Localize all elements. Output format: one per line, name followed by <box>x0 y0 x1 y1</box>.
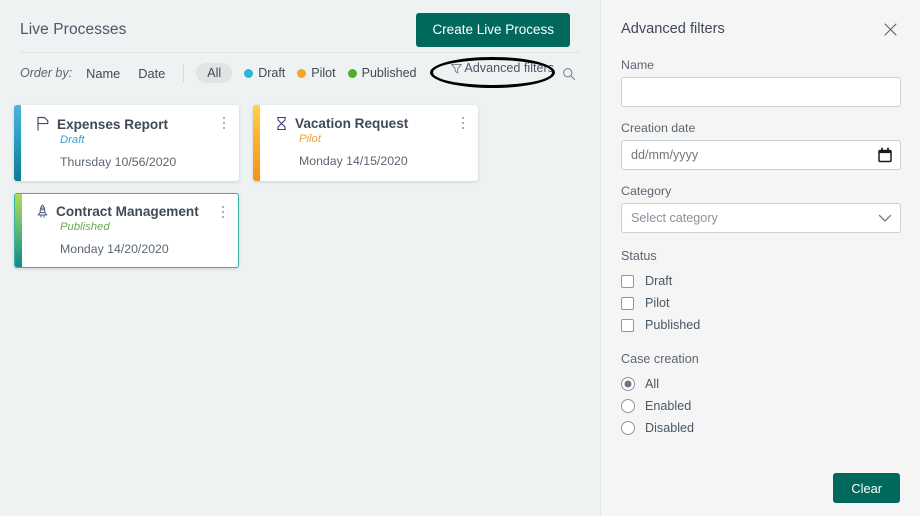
calendar-icon[interactable] <box>878 147 892 163</box>
radio-icon <box>621 399 635 413</box>
name-field-label: Name <box>621 58 655 72</box>
card-status: Published <box>60 221 110 233</box>
status-group-label: Status <box>621 249 657 263</box>
card-title-row: Contract Management <box>36 204 227 219</box>
card-menu-button[interactable] <box>216 113 232 133</box>
card-accent-bar <box>253 105 260 181</box>
case-creation-radio-all[interactable]: All <box>621 373 900 395</box>
category-select-shell <box>621 203 901 233</box>
search-icon[interactable] <box>562 67 576 86</box>
card-date: Thursday 10/56/2020 <box>60 155 177 169</box>
advanced-filters-title: Advanced filters <box>621 21 725 37</box>
filter-chip-pilot-label: Pilot <box>311 66 336 80</box>
card-accent-bar <box>15 194 22 267</box>
filter-chip-all[interactable]: All <box>196 63 233 83</box>
status-checkbox-published[interactable]: Published <box>621 314 900 336</box>
card-menu-button[interactable] <box>455 113 471 133</box>
order-by-label: Order by: <box>20 66 73 80</box>
card-accent-bar <box>14 105 21 181</box>
status-checkbox-draft-label: Draft <box>645 274 673 288</box>
checkbox-icon <box>621 296 634 310</box>
creation-date-input-shell <box>621 140 901 170</box>
card-menu-button[interactable] <box>215 202 231 222</box>
radio-icon <box>621 421 635 435</box>
category-select[interactable] <box>621 203 901 233</box>
advanced-filters-header: Advanced filters <box>621 0 900 42</box>
case-creation-radio-enabled-label: Enabled <box>645 399 692 413</box>
creation-date-label: Creation date <box>621 121 696 135</box>
live-processes-panel: Live Processes Create Live Process Order… <box>0 0 600 516</box>
creation-date-input[interactable] <box>621 140 901 170</box>
process-card[interactable]: Contract Management Published Monday 14/… <box>14 193 239 268</box>
process-card-list: Expenses Report Draft Thursday 10/56/202… <box>0 93 520 268</box>
category-label: Category <box>621 184 672 198</box>
filter-chip-draft-label: Draft <box>258 66 286 80</box>
chevron-down-icon[interactable] <box>878 213 892 223</box>
rocket-icon <box>36 204 49 219</box>
checkbox-icon <box>621 274 634 288</box>
advanced-filters-label: Advanced filters <box>464 61 554 75</box>
status-checkbox-draft[interactable]: Draft <box>621 270 900 292</box>
card-title-row: Expenses Report <box>36 116 227 132</box>
status-checkbox-pilot[interactable]: Pilot <box>621 292 900 314</box>
advanced-filters-panel: Advanced filters Name Creation date dd/m… <box>600 0 920 516</box>
create-live-process-button[interactable]: Create Live Process <box>416 13 570 47</box>
case-creation-radio-disabled-label: Disabled <box>645 421 695 435</box>
case-creation-radio-disabled[interactable]: Disabled <box>621 417 900 439</box>
pilot-dot-icon <box>297 68 307 78</box>
card-title: Vacation Request <box>295 116 409 131</box>
creation-date-field-group: Creation date <box>621 121 901 170</box>
category-field-group: Category <box>621 184 901 233</box>
toolbar-separator <box>183 64 185 82</box>
app-root: Live Processes Create Live Process Order… <box>0 0 920 516</box>
checkbox-icon <box>621 318 634 332</box>
card-title: Expenses Report <box>57 116 169 132</box>
filter-chip-pilot[interactable]: Pilot <box>297 66 336 80</box>
page-title: Live Processes <box>20 21 127 38</box>
filter-chip-published[interactable]: Published <box>347 66 417 80</box>
case-creation-radio-enabled[interactable]: Enabled <box>621 395 900 417</box>
filter-chip-published-label: Published <box>361 66 417 80</box>
card-status: Draft <box>60 134 85 146</box>
close-icon[interactable] <box>880 19 900 39</box>
name-field-group: Name <box>621 58 901 107</box>
name-input[interactable] <box>621 77 901 107</box>
radio-icon <box>621 377 635 391</box>
process-card[interactable]: Vacation Request Pilot Monday 14/15/2020 <box>253 105 478 181</box>
card-title: Contract Management <box>56 204 199 219</box>
case-creation-group-label: Case creation <box>621 352 699 366</box>
status-checkbox-published-label: Published <box>645 318 701 332</box>
funnel-icon <box>450 62 463 75</box>
card-status: Pilot <box>299 133 321 145</box>
toolbar: Order by: Name Date All Draft Pilot Publ… <box>0 53 600 93</box>
status-checkbox-pilot-label: Pilot <box>645 296 670 310</box>
card-title-row: Vacation Request <box>275 116 466 131</box>
case-creation-radio-all-label: All <box>645 377 659 391</box>
order-by-date[interactable]: Date <box>138 66 165 81</box>
draft-dot-icon <box>244 68 254 78</box>
panel-header: Live Processes Create Live Process <box>0 0 600 52</box>
hourglass-icon <box>275 116 288 131</box>
card-date: Monday 14/20/2020 <box>60 242 169 256</box>
filter-chip-draft[interactable]: Draft <box>244 66 285 80</box>
clear-filters-button[interactable]: Clear <box>833 473 900 503</box>
order-by-name[interactable]: Name <box>86 66 120 81</box>
advanced-filters-button[interactable]: Advanced filters <box>450 61 554 75</box>
process-card[interactable]: Expenses Report Draft Thursday 10/56/202… <box>14 105 239 181</box>
page-flag-icon <box>36 116 50 132</box>
card-date: Monday 14/15/2020 <box>299 154 408 168</box>
published-dot-icon <box>347 68 357 78</box>
